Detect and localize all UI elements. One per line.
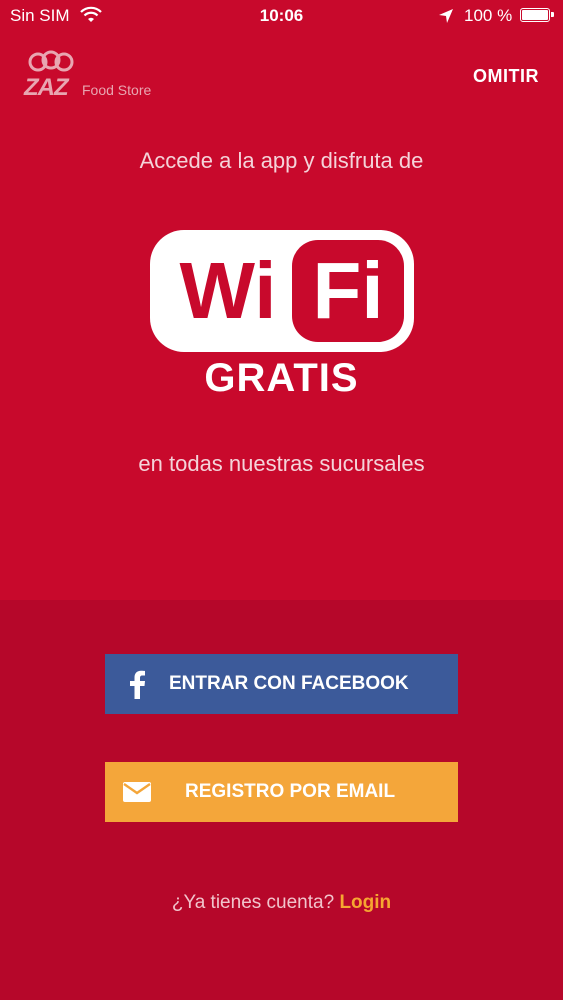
wifi-logo-fi: Fi <box>312 246 383 335</box>
promo-line-2: en todas nuestras sucursales <box>138 451 425 476</box>
wifi-logo-wi: Wi <box>179 246 276 335</box>
brand-subtitle: Food Store <box>82 82 152 98</box>
status-bar: Sin SIM 10:06 100 % <box>0 0 563 34</box>
login-prompt: ¿Ya tienes cuenta? Login <box>0 892 563 914</box>
battery-percentage: 100 % <box>464 6 513 25</box>
facebook-login-button[interactable]: ENTRAR CON FACEBOOK <box>105 654 458 714</box>
wifi-logo: Wi Fi <box>150 230 414 352</box>
envelope-icon <box>105 782 169 802</box>
login-link[interactable]: Login <box>339 892 391 913</box>
location-arrow-icon <box>439 9 453 23</box>
facebook-icon <box>105 669 169 699</box>
battery-icon <box>520 8 554 22</box>
facebook-button-label: ENTRAR CON FACEBOOK <box>169 673 409 694</box>
login-question: ¿Ya tienes cuenta? <box>171 892 335 913</box>
skip-button[interactable]: OMITIR <box>473 66 539 87</box>
brand-name: ZAZ <box>24 74 69 101</box>
email-button-label: REGISTRO POR EMAIL <box>185 781 396 802</box>
gratis-label: GRATIS <box>204 356 359 400</box>
promo-line-1: Accede a la app y disfruta de <box>139 148 424 173</box>
email-register-button[interactable]: REGISTRO POR EMAIL <box>105 762 458 822</box>
brand-logo: ZAZ Food Store <box>22 50 182 102</box>
